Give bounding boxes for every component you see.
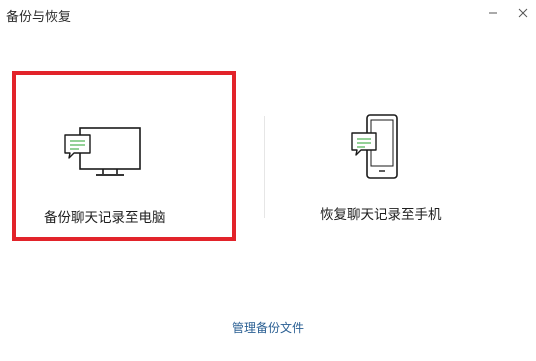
backup-to-pc-label: 备份聊天记录至电脑 — [44, 210, 166, 226]
close-icon — [518, 8, 528, 18]
monitor-chat-icon — [64, 127, 141, 176]
window-title: 备份与恢复 — [6, 10, 72, 25]
restore-to-phone-option[interactable]: 恢复聊天记录至手机 — [290, 75, 480, 240]
minimize-button[interactable] — [478, 0, 508, 26]
backup-restore-window: 备份与恢复 备份聊天记录至电脑 恢复聊天记录至手机 管理备份文件 — [0, 0, 536, 361]
restore-to-phone-label: 恢复聊天记录至手机 — [320, 207, 442, 223]
close-button[interactable] — [508, 0, 536, 26]
manage-backup-files-link[interactable]: 管理备份文件 — [0, 319, 536, 336]
phone-chat-icon — [351, 114, 398, 179]
backup-to-pc-option[interactable]: 备份聊天记录至电脑 — [12, 71, 236, 241]
options-divider — [264, 116, 265, 218]
minimize-icon — [489, 12, 497, 14]
